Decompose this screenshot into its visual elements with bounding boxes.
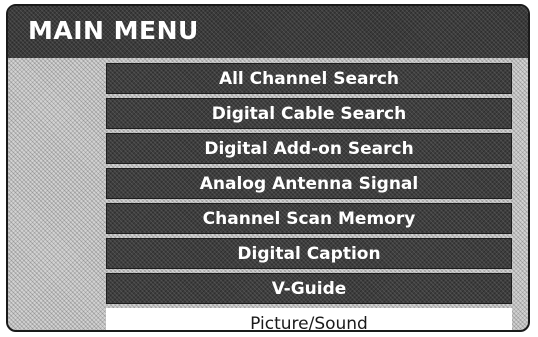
- main-menu-screen: MAIN MENU All Channel Search Digital Cab…: [6, 4, 530, 332]
- menu-item-picture-sound[interactable]: Picture/Sound: [106, 308, 512, 330]
- menu-item-channel-scan-memory[interactable]: Channel Scan Memory: [106, 203, 512, 234]
- menu-item-all-channel-search[interactable]: All Channel Search: [106, 63, 512, 94]
- menu-list: All Channel Search Digital Cable Search …: [106, 63, 512, 330]
- menu-item-digital-caption[interactable]: Digital Caption: [106, 238, 512, 269]
- menu-item-digital-cable-search[interactable]: Digital Cable Search: [106, 98, 512, 129]
- menu-title: MAIN MENU: [28, 16, 199, 45]
- menu-item-digital-add-on-search[interactable]: Digital Add-on Search: [106, 133, 512, 164]
- menu-header: MAIN MENU: [8, 6, 528, 58]
- menu-item-analog-antenna-signal[interactable]: Analog Antenna Signal: [106, 168, 512, 199]
- menu-item-v-guide[interactable]: V-Guide: [106, 273, 512, 304]
